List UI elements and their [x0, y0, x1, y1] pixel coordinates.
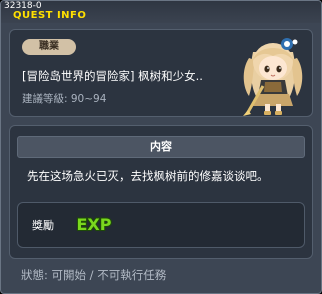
level-requirement: 建議等級: 90~94 — [22, 93, 107, 105]
quest-description: 先在这场急火已灭，去找枫树前的修嘉谈谈吧。 — [27, 169, 269, 183]
quest-name: [冒险岛世界的冒险家] 枫树和少女.. — [22, 69, 203, 83]
quest-info-window: 32318-0 QUEST INFO 職業 [冒险岛世界的冒险家] 枫树和少女.… — [0, 0, 322, 294]
quest-summary-panel: 職業 [冒险岛世界的冒险家] 枫树和少女.. 建議等級: 90~94 — [9, 29, 313, 117]
window-title: QUEST INFO — [13, 10, 87, 21]
job-badge: 職業 — [22, 39, 76, 55]
title-bar[interactable]: 32318-0 QUEST INFO — [1, 1, 321, 23]
quest-content-panel: 内容 先在这场急火已灭，去找枫树前的修嘉谈谈吧。 獎勵 EXP — [9, 125, 313, 259]
content-header: 内容 — [17, 136, 305, 158]
reward-label: 獎勵 — [32, 219, 54, 232]
exp-icon: EXP — [76, 214, 113, 235]
npc-girl-portrait-icon — [243, 38, 303, 116]
exp-icon-text: EXP — [77, 215, 112, 234]
reward-box: 獎勵 EXP — [17, 202, 305, 248]
quest-status: 狀態: 可開始 / 不可執行任務 — [21, 268, 167, 282]
